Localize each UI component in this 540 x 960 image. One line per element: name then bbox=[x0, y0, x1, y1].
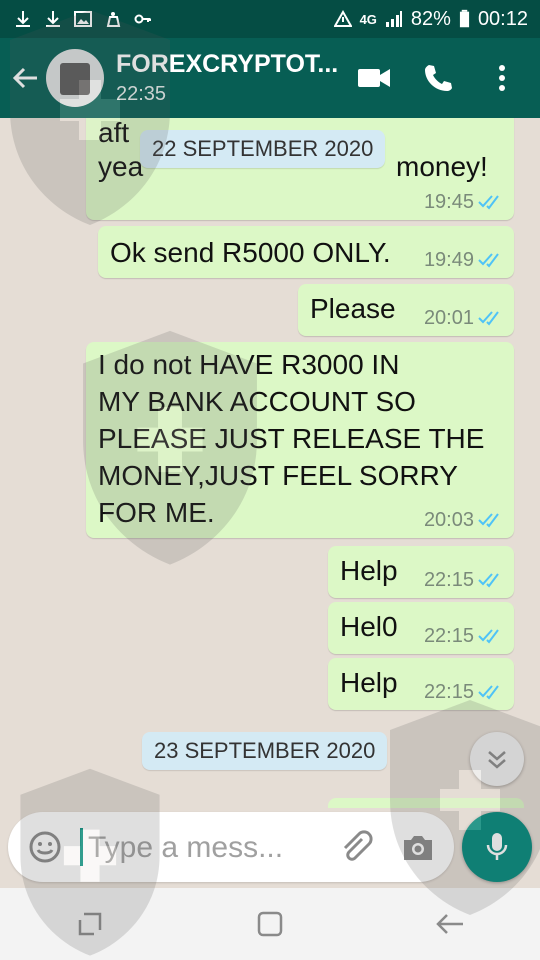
recent-apps-button[interactable] bbox=[70, 904, 110, 944]
double-tick-icon bbox=[478, 513, 499, 528]
message-time: 19:45 bbox=[423, 191, 474, 213]
header-actions bbox=[356, 60, 540, 96]
last-seen: 22:35 bbox=[116, 83, 167, 105]
message-line: MONEY,JUST FEEL SORRY bbox=[98, 460, 458, 491]
compose-bar bbox=[0, 808, 540, 888]
message-text: Please bbox=[310, 293, 396, 324]
message-line: PLEASE JUST RELEASE THE bbox=[98, 423, 485, 454]
message-time: 22:15 bbox=[423, 681, 474, 703]
message-bubble[interactable]: Ok send R5000 ONLY. 19:49 bbox=[98, 226, 514, 278]
message-time: 20:03 bbox=[423, 509, 474, 531]
chevron-down-icon bbox=[488, 751, 506, 769]
mic-icon bbox=[486, 833, 508, 860]
status-bar: 4G 82% 00:12 bbox=[0, 0, 540, 38]
key-icon bbox=[134, 14, 151, 24]
message-meta: 19:45 bbox=[424, 192, 504, 212]
video-call-icon bbox=[358, 69, 390, 87]
double-tick-icon bbox=[478, 195, 499, 210]
message-meta: 20:01 bbox=[424, 308, 504, 328]
back-nav-button[interactable] bbox=[430, 904, 470, 944]
message-time: 22:15 bbox=[423, 625, 474, 647]
clock: 00:12 bbox=[477, 7, 528, 30]
network-type: 4G bbox=[359, 11, 377, 27]
double-tick-icon bbox=[478, 311, 499, 326]
double-tick-icon bbox=[478, 629, 499, 644]
message-meta: 22:15 bbox=[424, 570, 504, 590]
message-time: 22:15 bbox=[423, 569, 474, 591]
message-text: Help bbox=[340, 555, 398, 586]
compose-field[interactable] bbox=[8, 812, 454, 882]
message-text: Ok send R5000 ONLY. bbox=[110, 237, 391, 268]
image-icon bbox=[74, 11, 92, 27]
message-time: 19:49 bbox=[423, 249, 474, 271]
message-bubble[interactable]: I do not HAVE R3000 IN MY BANK ACCOUNT S… bbox=[86, 342, 514, 538]
download-icon bbox=[46, 11, 60, 27]
message-bubble-partial bbox=[328, 798, 524, 808]
message-text: Help bbox=[340, 667, 398, 698]
emoji-icon[interactable] bbox=[28, 830, 62, 864]
camera-icon[interactable] bbox=[400, 830, 436, 866]
battery-percent: 82% bbox=[410, 7, 451, 30]
recent-apps-icon bbox=[78, 912, 102, 936]
avatar-image bbox=[60, 63, 90, 95]
voice-message-button[interactable] bbox=[462, 812, 532, 882]
double-tick-icon bbox=[478, 685, 499, 700]
message-bubble[interactable]: Hel0 22:15 bbox=[328, 602, 514, 654]
message-meta: 20:03 bbox=[424, 510, 504, 530]
message-bubble[interactable]: Please 20:01 bbox=[298, 284, 514, 336]
phone-icon bbox=[425, 65, 452, 91]
message-line: I do not HAVE R3000 IN bbox=[98, 349, 400, 380]
back-button[interactable] bbox=[8, 60, 44, 96]
back-nav-icon bbox=[436, 914, 463, 934]
message-line: MY BANK ACCOUNT SO bbox=[98, 386, 416, 417]
hand-icon bbox=[106, 12, 121, 27]
video-call-button[interactable] bbox=[356, 60, 392, 96]
message-text-fragment: aft bbox=[98, 118, 130, 148]
message-bubble[interactable]: Help 22:15 bbox=[328, 658, 514, 710]
message-meta: 19:49 bbox=[424, 250, 504, 270]
data-saver-icon bbox=[333, 10, 352, 27]
system-status: 4G 82% 00:12 bbox=[333, 7, 540, 31]
home-icon bbox=[257, 911, 283, 937]
more-options-icon bbox=[499, 65, 505, 91]
home-button[interactable] bbox=[250, 904, 290, 944]
message-text: Hel0 bbox=[340, 611, 398, 642]
notification-icons bbox=[0, 10, 152, 28]
message-text-fragment: yea bbox=[98, 151, 144, 182]
scroll-to-bottom-button[interactable] bbox=[470, 732, 524, 786]
message-text-fragment: money! bbox=[396, 151, 488, 182]
message-meta: 22:15 bbox=[424, 626, 504, 646]
message-list[interactable]: aft yea money! 19:45 22 SEPTEMBER 2020 O… bbox=[0, 118, 540, 808]
text-cursor bbox=[80, 828, 83, 866]
voice-call-button[interactable] bbox=[420, 60, 456, 96]
contact-name: FOREXCRYPTOT... bbox=[116, 50, 339, 78]
message-bubble[interactable]: Help 22:15 bbox=[328, 546, 514, 598]
attach-icon[interactable] bbox=[338, 830, 374, 866]
more-options-button[interactable] bbox=[484, 60, 520, 96]
download-icon bbox=[16, 11, 30, 27]
message-input[interactable] bbox=[86, 824, 330, 872]
date-chip: 22 SEPTEMBER 2020 bbox=[140, 130, 386, 168]
date-chip: 23 SEPTEMBER 2020 bbox=[142, 732, 388, 770]
double-tick-icon bbox=[478, 573, 499, 588]
chat-header: FOREXCRYPTOT... 22:35 bbox=[0, 38, 540, 118]
back-arrow-icon bbox=[12, 67, 37, 89]
battery-icon bbox=[459, 9, 470, 28]
system-navigation-bar bbox=[0, 888, 540, 960]
message-time: 20:01 bbox=[423, 307, 474, 329]
contact-info[interactable]: FOREXCRYPTOT... 22:35 bbox=[116, 50, 356, 106]
signal-icon bbox=[385, 11, 402, 27]
avatar[interactable] bbox=[46, 49, 104, 107]
double-tick-icon bbox=[478, 253, 499, 268]
message-meta: 22:15 bbox=[424, 682, 504, 702]
message-text: I do not HAVE R3000 IN MY BANK ACCOUNT S… bbox=[98, 346, 484, 531]
